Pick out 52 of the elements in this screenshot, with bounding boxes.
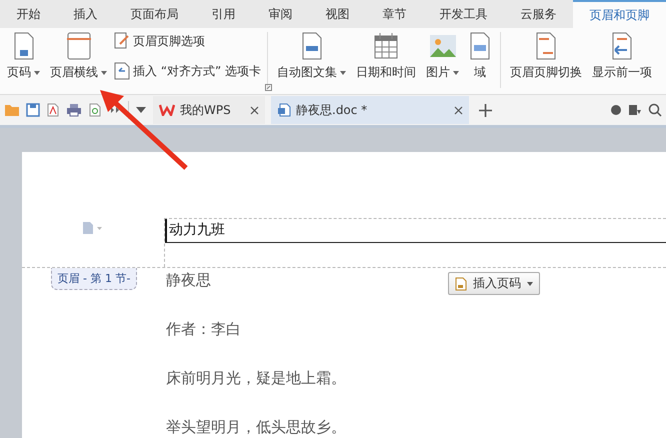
dropdown-icon[interactable] [135,106,147,114]
document-tab[interactable]: 静夜思.doc * [271,96,469,124]
ribbon-button[interactable]: 显示前一项 [589,32,656,81]
page-number-icon [455,276,467,290]
header-footer-switch-icon [535,32,558,60]
field-icon [469,32,492,60]
ribbon-button[interactable]: 日期和时间 [353,32,420,81]
insert-page-number-button[interactable]: 插入页码 [448,272,540,295]
picture-icon [428,32,457,60]
ribbon-button[interactable]: 页码 [4,32,43,81]
caret-icon [527,282,533,286]
menu-tab[interactable]: 云服务 [504,0,573,28]
document-text-line: 静夜思 [166,270,212,290]
ribbon-button[interactable]: 域 [466,32,494,81]
ribbon-button[interactable]: 图片 [423,32,462,81]
document-text-line: 作者：李白 [166,319,242,339]
print-icon[interactable] [66,103,82,117]
wps-logo-icon [159,104,175,116]
menu-tab[interactable]: 开始 [0,0,57,28]
menu-tab[interactable]: 审阅 [252,0,309,28]
ribbon-button[interactable]: 页眉页脚选项 [114,32,262,50]
options-icon [114,32,130,50]
ribbon-button[interactable]: 插入 “对齐方式” 选项卡 [114,62,262,80]
previous-icon [611,32,634,60]
menu-tab[interactable]: 插入 [57,0,114,28]
search-icon[interactable] [648,103,662,117]
ribbon-button[interactable]: 自动图文集 [274,32,350,81]
ribbon-button[interactable]: 页眉横线 [47,32,110,81]
new-tab-icon[interactable] [479,104,492,116]
calendar-icon [373,32,400,60]
print-preview-icon[interactable] [88,103,102,117]
close-icon[interactable] [250,106,259,114]
document-text-line: 举头望明月，低头思故乡。 [166,417,346,437]
document-icon [277,103,291,117]
pdf-icon[interactable] [46,103,60,117]
document-tab[interactable]: 我的WPS [153,96,265,124]
menu-tab[interactable]: 开发工具 [423,0,504,28]
page-number-icon [12,32,34,60]
header-section-label: 页眉 - 第 1 节- [50,268,138,290]
save-icon[interactable] [26,103,40,117]
document-text-line: 床前明月光，疑是地上霜。 [166,368,346,388]
menu-tab[interactable]: 视图 [309,0,366,28]
menu-tab[interactable]: 引用 [195,0,252,28]
header-text-field[interactable]: 动力九班 [165,219,666,243]
menu-tab[interactable]: 页面布局 [114,0,195,28]
menu-tab[interactable]: 页眉和页脚 [573,0,666,28]
close-icon[interactable] [454,106,463,114]
dialog-launcher-icon[interactable] [265,84,272,91]
menu-tab[interactable]: 章节 [366,0,423,28]
insert-tab-icon [114,62,130,80]
ribbon-button[interactable]: 页眉页脚切换 [507,32,586,81]
document-icon [300,32,323,60]
